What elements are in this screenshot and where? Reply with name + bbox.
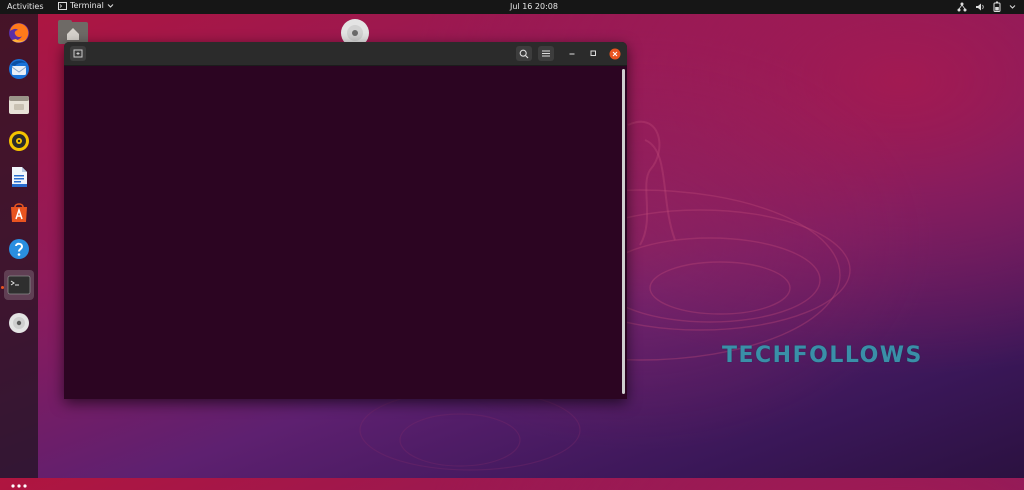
minimize-icon bbox=[569, 53, 575, 55]
battery-icon bbox=[993, 1, 1001, 12]
search-button[interactable] bbox=[516, 46, 532, 61]
files-icon bbox=[9, 96, 29, 114]
new-tab-icon bbox=[73, 49, 83, 58]
dock-item-terminal[interactable] bbox=[4, 270, 34, 300]
software-store-icon bbox=[11, 203, 27, 222]
dock bbox=[0, 14, 38, 488]
app-menu-label: Terminal bbox=[70, 1, 104, 10]
terminal-header-bar[interactable] bbox=[64, 42, 627, 66]
dock-item-software[interactable] bbox=[4, 198, 34, 228]
dock-item-disc[interactable] bbox=[4, 308, 34, 338]
search-icon bbox=[519, 49, 529, 58]
chevron-down-icon bbox=[107, 3, 114, 8]
watermark-text: TECHFOLLOWS bbox=[722, 343, 923, 368]
terminal-window[interactable] bbox=[64, 42, 627, 399]
close-button[interactable] bbox=[607, 46, 623, 61]
show-applications-icon[interactable] bbox=[10, 482, 28, 490]
activities-button[interactable]: Activities bbox=[7, 2, 44, 11]
terminal-scrollbar[interactable] bbox=[622, 69, 625, 394]
system-tray[interactable] bbox=[957, 1, 1016, 12]
dock-item-rhythmbox[interactable] bbox=[4, 126, 34, 156]
volume-icon bbox=[976, 3, 984, 10]
terminal-output-area[interactable] bbox=[64, 66, 622, 399]
maximize-button[interactable] bbox=[585, 46, 601, 61]
top-bar: Activities Terminal Jul 16 20:08 bbox=[0, 0, 1024, 14]
maximize-icon bbox=[590, 50, 596, 56]
dock-item-firefox[interactable] bbox=[4, 18, 34, 48]
terminal-app-icon bbox=[58, 1, 67, 10]
app-menu[interactable]: Terminal bbox=[58, 1, 114, 10]
disc-icon bbox=[9, 313, 29, 333]
terminal-icon bbox=[7, 275, 31, 295]
close-icon bbox=[609, 48, 621, 59]
desktop-home-folder-icon[interactable] bbox=[58, 18, 88, 44]
libreoffice-writer-icon bbox=[12, 167, 27, 187]
dock-item-help[interactable] bbox=[4, 234, 34, 264]
thunderbird-icon bbox=[9, 59, 29, 79]
dock-item-thunderbird[interactable] bbox=[4, 54, 34, 84]
new-tab-button[interactable] bbox=[70, 46, 86, 61]
hamburger-menu-icon bbox=[542, 50, 550, 57]
clock[interactable]: Jul 16 20:08 bbox=[510, 2, 558, 11]
chevron-down-icon bbox=[1009, 4, 1016, 9]
menu-button[interactable] bbox=[538, 46, 554, 61]
dock-item-writer[interactable] bbox=[4, 162, 34, 192]
network-icon bbox=[957, 2, 967, 11]
firefox-icon bbox=[9, 23, 29, 43]
minimize-button[interactable] bbox=[564, 46, 580, 61]
help-icon bbox=[9, 239, 29, 259]
dock-item-files[interactable] bbox=[4, 90, 34, 120]
rhythmbox-icon bbox=[9, 131, 29, 151]
